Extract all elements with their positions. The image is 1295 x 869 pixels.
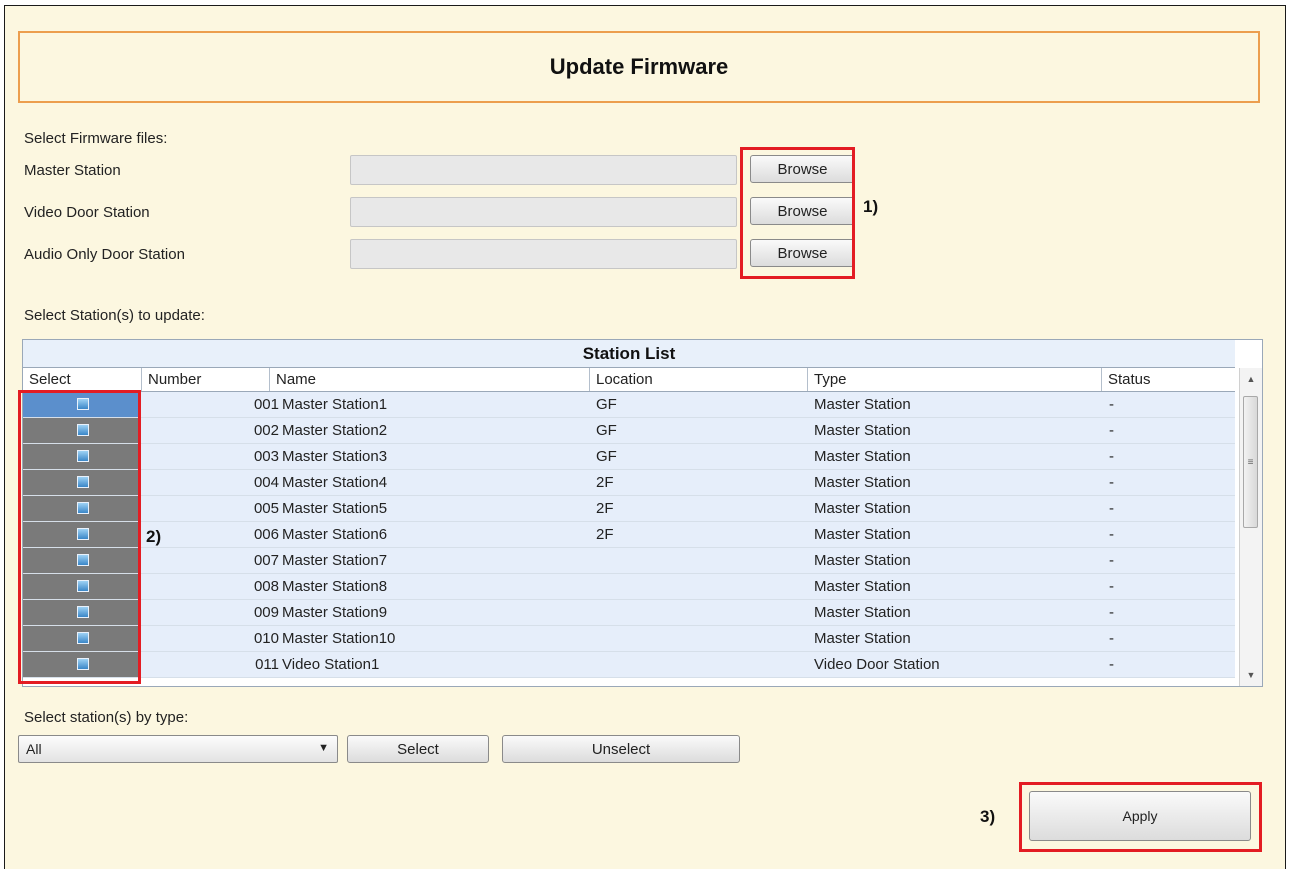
- callout-2: 2): [146, 527, 162, 546]
- station-type: Master Station: [814, 500, 911, 517]
- station-type: Master Station: [814, 604, 911, 621]
- station-name: Master Station2: [282, 422, 388, 439]
- title-banner: Update Firmware: [18, 31, 1260, 103]
- firmware-section-label: Select Firmware files:: [24, 130, 168, 147]
- station-name: Master Station3: [282, 448, 388, 465]
- station-name: Master Station8: [282, 578, 388, 595]
- station-type: Master Station: [814, 396, 911, 413]
- station-number: 008: [253, 578, 279, 595]
- table-row[interactable]: 008 Master Station8 Master Station -: [23, 574, 1235, 600]
- station-location: 2F: [596, 500, 614, 517]
- by-type-label: Select station(s) by type:: [24, 709, 189, 726]
- video-door-station-label: Video Door Station: [24, 204, 150, 221]
- station-type: Video Door Station: [814, 656, 940, 673]
- station-location: GF: [596, 396, 617, 413]
- master-station-label: Master Station: [24, 162, 121, 179]
- master-station-file-input[interactable]: [350, 155, 737, 185]
- scroll-up-arrow-icon[interactable]: ▲: [1240, 370, 1262, 388]
- station-status: -: [1109, 448, 1114, 465]
- station-number: 003: [253, 448, 279, 465]
- select-button[interactable]: Select: [347, 735, 489, 763]
- column-header-status[interactable]: Status: [1102, 368, 1235, 391]
- station-name: Master Station6: [282, 526, 388, 543]
- audio-door-station-file-input[interactable]: [350, 239, 737, 269]
- audio-door-station-label: Audio Only Door Station: [24, 246, 185, 263]
- station-list-table: Station List Select Number Name Location…: [22, 339, 1263, 687]
- apply-button[interactable]: Apply: [1029, 791, 1251, 841]
- station-type: Master Station: [814, 474, 911, 491]
- station-name: Master Station1: [282, 396, 388, 413]
- station-status: -: [1109, 604, 1114, 621]
- station-list-title: Station List: [23, 340, 1235, 368]
- stations-section-label: Select Station(s) to update:: [24, 307, 205, 324]
- column-header-name[interactable]: Name: [270, 368, 590, 391]
- video-door-station-file-input[interactable]: [350, 197, 737, 227]
- station-type: Master Station: [814, 552, 911, 569]
- column-header-type[interactable]: Type: [808, 368, 1102, 391]
- table-row[interactable]: 003 Master Station3 GF Master Station -: [23, 444, 1235, 470]
- station-name: Master Station7: [282, 552, 388, 569]
- table-row[interactable]: 002 Master Station2 GF Master Station -: [23, 418, 1235, 444]
- table-row[interactable]: 004 Master Station4 2F Master Station -: [23, 470, 1235, 496]
- station-name: Video Station1: [282, 656, 380, 673]
- station-status: -: [1109, 578, 1114, 595]
- table-row[interactable]: 009 Master Station9 Master Station -: [23, 600, 1235, 626]
- column-header-location[interactable]: Location: [590, 368, 808, 391]
- station-type: Master Station: [814, 630, 911, 647]
- station-status: -: [1109, 526, 1114, 543]
- station-status: -: [1109, 422, 1114, 439]
- station-location: GF: [596, 422, 617, 439]
- table-body: 001 Master Station1 GF Master Station -002 Ma…: [23, 392, 1235, 686]
- station-status: -: [1109, 396, 1114, 413]
- station-type-selected-value: All: [26, 741, 42, 757]
- station-type: Master Station: [814, 422, 911, 439]
- scroll-down-arrow-icon[interactable]: ▼: [1240, 666, 1262, 684]
- chevron-down-icon: ▼: [318, 742, 329, 754]
- column-header-number[interactable]: Number: [142, 368, 270, 391]
- station-name: Master Station4: [282, 474, 388, 491]
- station-status: -: [1109, 630, 1114, 647]
- table-row[interactable]: 007 Master Station7 Master Station -: [23, 548, 1235, 574]
- station-status: -: [1109, 474, 1114, 491]
- table-row[interactable]: 001 Master Station1 GF Master Station -: [23, 392, 1235, 418]
- station-number: 005: [253, 500, 279, 517]
- window-frame: Update Firmware Select Firmware files: M…: [4, 5, 1286, 869]
- station-number: 007: [253, 552, 279, 569]
- station-number: 009: [253, 604, 279, 621]
- station-location: GF: [596, 448, 617, 465]
- table-scrollbar[interactable]: ▲ ≡ ▼: [1239, 368, 1262, 686]
- station-status: -: [1109, 656, 1114, 673]
- table-row[interactable]: 006 Master Station6 2F Master Station -: [23, 522, 1235, 548]
- table-row[interactable]: 011 Video Station1 Video Door Station -: [23, 652, 1235, 678]
- station-number: 011: [255, 656, 279, 673]
- unselect-button[interactable]: Unselect: [502, 735, 740, 763]
- station-status: -: [1109, 500, 1114, 517]
- table-row[interactable]: 005 Master Station5 2F Master Station -: [23, 496, 1235, 522]
- station-name: Master Station5: [282, 500, 388, 517]
- page-title: Update Firmware: [549, 54, 729, 79]
- station-type-dropdown[interactable]: All ▼: [18, 735, 338, 763]
- station-number: 002: [253, 422, 279, 439]
- callout-1: 1): [863, 197, 879, 216]
- station-number: 001: [253, 396, 279, 413]
- callout-3: 3): [980, 807, 996, 826]
- station-number: 010: [253, 630, 279, 647]
- table-header: Select Number Name Location Type Status: [23, 368, 1235, 392]
- station-status: -: [1109, 552, 1114, 569]
- station-name: Master Station10: [282, 630, 396, 647]
- station-location: 2F: [596, 526, 614, 543]
- station-number: 006: [253, 526, 279, 543]
- column-header-select[interactable]: Select: [23, 368, 142, 391]
- select-column-highlight-box: [18, 390, 141, 684]
- browse-highlight-box: [740, 147, 855, 279]
- scrollbar-thumb[interactable]: ≡: [1243, 396, 1258, 528]
- station-location: 2F: [596, 474, 614, 491]
- station-type: Master Station: [814, 578, 911, 595]
- station-name: Master Station9: [282, 604, 388, 621]
- table-row[interactable]: 010 Master Station10 Master Station -: [23, 626, 1235, 652]
- station-number: 004: [253, 474, 279, 491]
- station-type: Master Station: [814, 526, 911, 543]
- station-type: Master Station: [814, 448, 911, 465]
